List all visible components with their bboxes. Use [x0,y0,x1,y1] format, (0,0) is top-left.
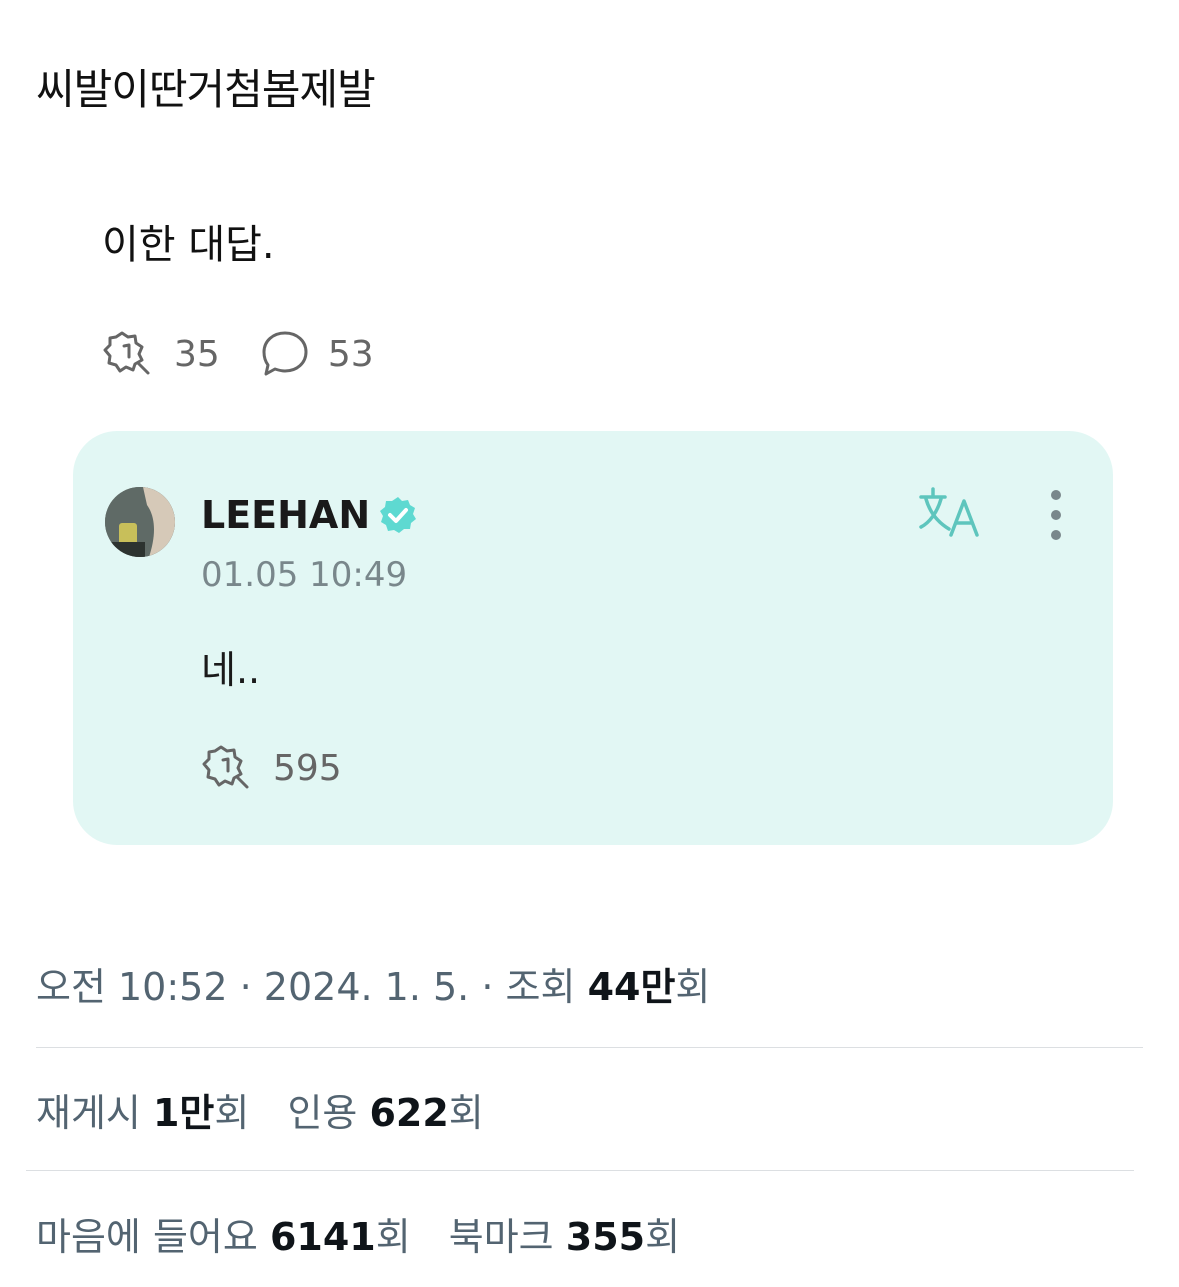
likes-stat[interactable]: 마음에 들어요 6141회 [36,1215,411,1259]
author-name[interactable]: LEEHAN [201,493,370,537]
post-time[interactable]: 오전 10:52 [36,965,228,1009]
repost-icon [103,331,150,375]
views-unit: 회 [675,965,711,1009]
threads-post-card: LEEHAN 01.05 10:49 네.. 595 [73,431,1113,845]
bookmarks-count: 355 [565,1215,646,1259]
card-repost-stat[interactable]: 595 [201,743,342,793]
tweet-text: 씨발이딴거첨봄제발 [36,65,376,114]
quoted-post-stats: 35 53 [102,328,414,380]
post-meta: 오전 10:52 · 2024. 1. 5. · 조회 44만회 [36,956,710,1011]
translate-icon [919,487,979,537]
likes-count: 6141 [269,1215,376,1259]
engagement-row-reposts: 재게시 1만회 인용 622회 [36,1082,510,1137]
meta-separator: · [239,965,252,1009]
divider [36,1047,1143,1048]
quoted-comment-count: 53 [327,333,374,375]
views-label: 조회 [505,965,576,1009]
repost-icon [202,745,249,789]
quoted-repost-count: 35 [174,333,220,375]
comment-icon [262,331,308,376]
quoted-repost-stat[interactable]: 35 [102,329,220,379]
quotes-stat[interactable]: 인용 622회 [287,1091,483,1135]
post-date[interactable]: 2024. 1. 5. [264,965,469,1009]
translate-button[interactable] [917,485,983,545]
reposts-stat[interactable]: 재게시 1만회 [36,1091,249,1135]
verified-badge-icon [380,497,417,533]
engagement-row-likes: 마음에 들어요 6141회 북마크 355회 [36,1206,706,1261]
quotes-count: 622 [369,1091,449,1135]
more-vertical-icon [1051,490,1061,540]
quoted-comment-stat[interactable]: 53 [260,329,374,379]
meta-separator: · [481,965,494,1009]
post-timestamp: 01.05 10:49 [201,555,408,595]
quoted-post-text: 이한 대답. [102,222,275,268]
divider [26,1170,1134,1171]
bookmarks-stat[interactable]: 북마크 355회 [449,1215,680,1259]
post-body: 네.. [201,648,261,692]
author-name-row: LEEHAN [201,493,418,537]
more-options-button[interactable] [1043,489,1069,549]
avatar[interactable] [105,487,175,557]
card-repost-count: 595 [273,747,342,789]
reposts-count: 1만 [152,1091,215,1135]
views-count: 44만 [587,965,676,1009]
